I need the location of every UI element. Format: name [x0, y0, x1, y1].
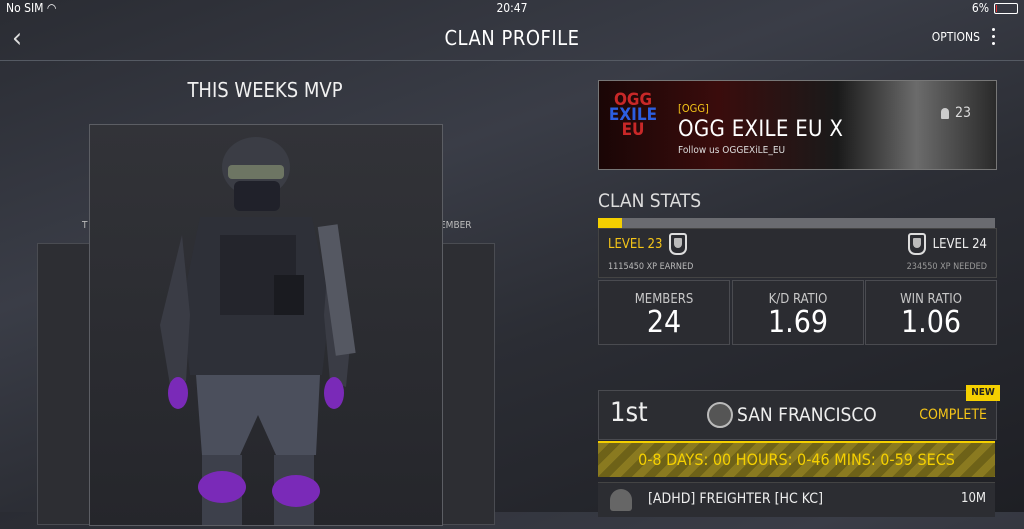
soldier-avatar	[160, 137, 356, 525]
clock: 20:47	[496, 1, 528, 15]
stat-members: MEMBERS 24	[598, 280, 730, 345]
stat-value: 1.69	[767, 305, 829, 340]
new-badge: NEW	[966, 385, 1000, 401]
battery-percent: 6%	[971, 1, 989, 15]
side-card-label-right: EMBER	[440, 220, 472, 231]
stat-kd-ratio: K/D RATIO 1.69	[732, 280, 864, 345]
xp-earned: 1115450 XP EARNED	[608, 262, 694, 272]
level-panel: LEVEL 23 LEVEL 24 1115450 XP EARNED 2345…	[598, 228, 997, 278]
nav-bar: ‹ CLAN PROFILE OPTIONS	[0, 16, 1024, 61]
event-card[interactable]: 1st SAN FRANCISCO COMPLETE	[598, 390, 997, 440]
status-bar: No SIM ◠ 20:47 6%	[0, 0, 1024, 16]
clan-tag: [OGG]	[678, 102, 709, 115]
soldier-helmet-icon	[610, 489, 632, 511]
next-level: LEVEL 24	[932, 237, 987, 252]
emblem-icon	[707, 402, 733, 428]
clan-logo: OGG EXILE EU	[608, 90, 658, 140]
current-level: LEVEL 23	[608, 237, 663, 252]
clan-name: OGG EXILE EU X	[678, 117, 844, 142]
clan-member-count: 23	[941, 105, 971, 121]
xp-progress-bar	[598, 218, 995, 228]
event-city: SAN FRANCISCO	[707, 402, 877, 428]
xp-needed: 234550 XP NEEDED	[906, 262, 987, 272]
options-button[interactable]: OPTIONS	[932, 30, 980, 44]
battery-icon	[994, 2, 1018, 14]
battery-status: 6%	[972, 1, 1018, 15]
next-level-emblem-icon	[908, 233, 926, 255]
member-time: 10M	[961, 491, 986, 506]
stat-win-ratio: WIN RATIO 1.06	[865, 280, 997, 345]
event-timer: 0-8 DAYS: 00 HOURS: 0-46 MINS: 0-59 SECS	[598, 441, 995, 477]
clan-banner[interactable]: OGG EXILE EU [OGG] OGG EXILE EU X Follow…	[598, 80, 997, 170]
stat-value: 1.06	[900, 305, 962, 340]
clan-stats-heading: CLAN STATS	[598, 190, 702, 212]
page-title: CLAN PROFILE	[444, 26, 580, 50]
mvp-card[interactable]	[89, 124, 443, 526]
side-card-label-left: T	[82, 220, 88, 231]
soldier-icon	[941, 107, 949, 119]
member-name: [ADHD] FREIGHTER [HC KC]	[648, 491, 824, 507]
stat-value: 24	[646, 305, 682, 340]
more-icon[interactable]	[992, 28, 996, 49]
level-emblem-icon	[669, 233, 687, 255]
event-rank: 1st	[610, 397, 648, 428]
mvp-heading: THIS WEEKS MVP	[187, 78, 343, 102]
event-status: COMPLETE	[919, 407, 987, 423]
clan-motto: Follow us OGGEXiLE_EU	[678, 145, 786, 156]
